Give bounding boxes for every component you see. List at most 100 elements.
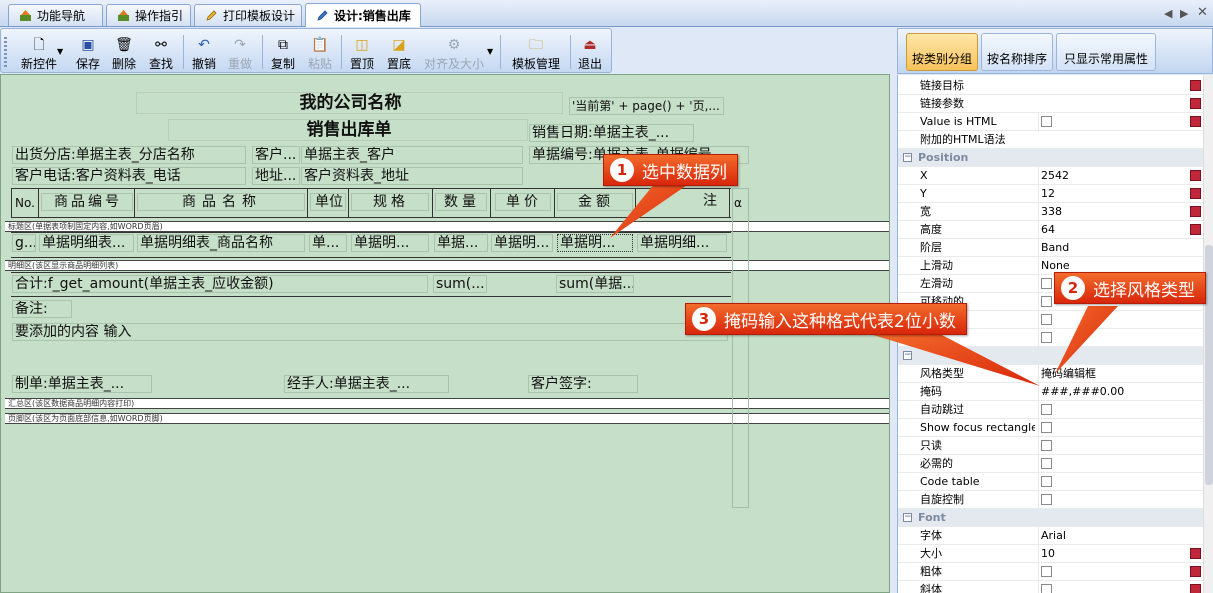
property-row[interactable]: 风格类型 掩码编辑框 [898, 365, 1204, 383]
tab-print-template-design[interactable]: 打印模板设计 [194, 4, 302, 26]
remark-label-field[interactable]: 备注: [12, 300, 72, 318]
script-flag-icon[interactable] [1190, 188, 1201, 199]
detail-amount-field-selected[interactable]: 单据明... [557, 234, 633, 252]
property-row[interactable]: Y 12 [898, 185, 1204, 203]
property-value[interactable]: 掩码编辑框 [1038, 365, 1188, 382]
detail-band-marker[interactable]: 明细区(该区显示商品明细列表) [5, 260, 889, 271]
address-label-field[interactable]: 地址... [252, 167, 300, 185]
property-checkbox[interactable] [1038, 473, 1188, 492]
script-flag-icon[interactable] [1190, 116, 1201, 127]
property-checkbox[interactable] [1038, 437, 1188, 456]
property-row[interactable]: 链接目标 [898, 77, 1204, 95]
page-number-field[interactable]: '当前第' + page() + '页,... [569, 97, 724, 115]
header-product-name[interactable]: 商品名称 [137, 193, 305, 211]
property-row[interactable]: 自动跳过 [898, 401, 1204, 420]
property-row[interactable]: 粗体 [898, 563, 1204, 582]
property-value[interactable]: 10 [1038, 545, 1188, 562]
report-title-field[interactable]: 销售出库单 [168, 119, 528, 141]
property-checkbox[interactable] [1038, 311, 1188, 330]
title-band-marker[interactable]: 标题区(单据表项制固定内容,如WORD页眉) [5, 221, 889, 232]
detail-qty-field[interactable]: 单据... [434, 234, 488, 252]
checkbox-icon[interactable] [1041, 584, 1052, 593]
property-row[interactable]: 字体 Arial [898, 527, 1204, 545]
property-row[interactable]: Show focus rectangle [898, 419, 1204, 438]
property-checkbox[interactable] [1038, 455, 1188, 474]
collapse-icon[interactable]: − [903, 513, 912, 522]
redo-button[interactable]: ↷ 重做 [225, 32, 255, 72]
script-flag-icon[interactable] [1190, 566, 1201, 577]
property-row[interactable]: 自旋控制 [898, 491, 1204, 510]
detail-name-field[interactable]: 单据明细表_商品名称 [137, 234, 305, 252]
footer-band-marker[interactable]: 页脚区(该区为页面底部信息,如WORD页脚) [5, 413, 889, 424]
dropdown-arrow-icon[interactable]: ▼ [487, 47, 493, 56]
header-spec[interactable]: 规格 [351, 193, 429, 211]
company-name-field[interactable]: 我的公司名称 [136, 92, 563, 114]
property-row[interactable]: 附加的HTML语法 [898, 131, 1204, 149]
header-price[interactable]: 单价 [495, 193, 551, 211]
header-note[interactable]: 注 [701, 193, 727, 211]
tab-group-by-category[interactable]: 按类别分组 [906, 33, 978, 71]
property-value[interactable]: ###,###0.00 [1038, 383, 1188, 400]
detail-unit-field[interactable]: 单... [309, 234, 347, 252]
tab-operation-guide[interactable]: 操作指引 [106, 4, 191, 26]
checkbox-icon[interactable] [1041, 278, 1052, 289]
header-amount[interactable]: 金额 [557, 193, 633, 211]
bring-to-front-button[interactable]: ◫ 置顶 [347, 32, 377, 72]
property-category[interactable]: − Position [898, 149, 1204, 167]
sale-date-field[interactable]: 销售日期:单据主表_... [529, 124, 694, 142]
property-value[interactable]: Band [1038, 239, 1188, 256]
property-value[interactable]: 2542 [1038, 167, 1188, 184]
property-scrollbar[interactable] [1203, 75, 1213, 593]
detail-spec-field[interactable]: 单据明... [351, 234, 429, 252]
close-icon[interactable]: ✕ [1197, 5, 1208, 20]
property-checkbox[interactable] [1038, 563, 1188, 582]
property-value[interactable]: 338 [1038, 203, 1188, 220]
property-value[interactable]: Arial [1038, 527, 1188, 544]
collapse-icon[interactable]: − [903, 153, 912, 162]
property-checkbox[interactable] [1038, 581, 1188, 593]
toolbar-grip[interactable] [4, 37, 7, 67]
script-flag-icon[interactable] [1190, 584, 1201, 593]
exit-button[interactable]: ⏏ 退出 [575, 32, 605, 72]
property-row[interactable]: 阶层 Band [898, 239, 1204, 257]
template-manage-button[interactable]: 🗀 模板管理 [507, 32, 565, 72]
branch-field[interactable]: 出货分店:单据主表_分店名称 [12, 146, 246, 164]
header-product-code[interactable]: 商品编号 [41, 193, 133, 211]
dropdown-arrow-icon[interactable]: ▼ [57, 47, 63, 56]
property-row[interactable]: 掩码 ###,###0.00 [898, 383, 1204, 401]
checkbox-icon[interactable] [1041, 314, 1052, 325]
checkbox-icon[interactable] [1041, 116, 1052, 127]
property-row[interactable]: 大小 10 [898, 545, 1204, 563]
property-row[interactable]: 链接参数 [898, 95, 1204, 113]
script-flag-icon[interactable] [1190, 98, 1201, 109]
checkbox-icon[interactable] [1041, 476, 1052, 487]
customer-sign-field[interactable]: 客户签字: [528, 375, 638, 393]
address-field[interactable]: 客户资料表_地址 [301, 167, 523, 185]
detail-note-field[interactable]: 单据明细... [637, 234, 727, 252]
tab-function-nav[interactable]: 功能导航 [8, 4, 103, 26]
property-row[interactable]: 斜体 [898, 581, 1204, 593]
property-category[interactable]: − Font [898, 509, 1204, 527]
header-unit[interactable]: 单位 [310, 193, 346, 211]
tab-design-sales-outbound[interactable]: 设计:销售出库 [305, 3, 421, 27]
property-checkbox[interactable] [1038, 329, 1188, 348]
checkbox-icon[interactable] [1041, 422, 1052, 433]
maker-field[interactable]: 制单:单据主表_... [12, 375, 152, 393]
new-control-button[interactable]: 🗋 新控件 [15, 32, 63, 72]
script-flag-icon[interactable] [1190, 170, 1201, 181]
script-flag-icon[interactable] [1190, 206, 1201, 217]
header-quantity[interactable]: 数量 [435, 193, 487, 211]
phone-field[interactable]: 客户电话:客户资料表_电话 [12, 167, 246, 185]
customer-field[interactable]: 单据主表_客户 [301, 146, 523, 164]
property-row[interactable]: 只读 [898, 437, 1204, 456]
scroll-left-icon[interactable]: ◀ [1164, 7, 1172, 20]
property-row[interactable]: Code table [898, 473, 1204, 492]
property-row[interactable]: 宽 338 [898, 203, 1204, 221]
property-value[interactable]: 12 [1038, 185, 1188, 202]
property-row[interactable]: 高度 64 [898, 221, 1204, 239]
property-checkbox[interactable] [1038, 401, 1188, 420]
align-size-button[interactable]: ⚙ 对齐及大小 [421, 32, 487, 72]
property-checkbox[interactable] [1038, 419, 1188, 438]
save-button[interactable]: ▣ 保存 [73, 32, 103, 72]
checkbox-icon[interactable] [1041, 494, 1052, 505]
